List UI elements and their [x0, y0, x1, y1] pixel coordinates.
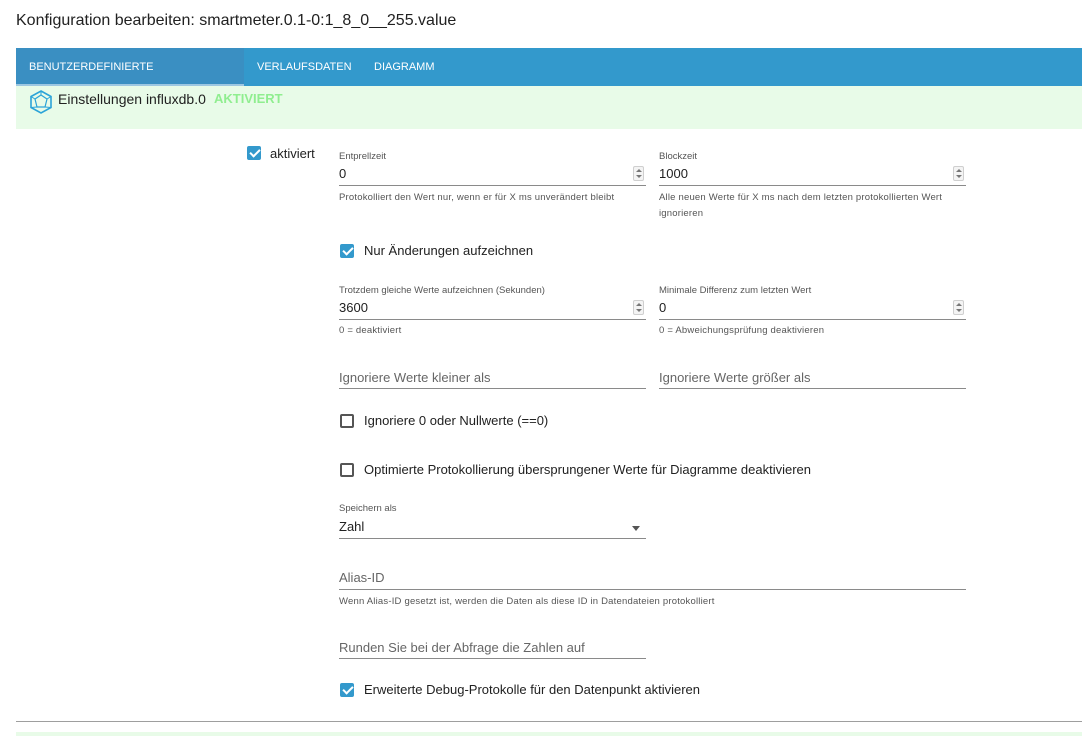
blocktime-value: 1000 — [659, 166, 688, 181]
store-as-value: Zahl — [339, 519, 365, 534]
round-placeholder: Runden Sie bei der Abfrage die Zahlen au… — [339, 640, 585, 655]
min-diff-value: 0 — [659, 300, 667, 315]
alias-id-help: Wenn Alias-ID gesetzt ist, werden die Da… — [339, 596, 715, 607]
still-record-value: 3600 — [339, 300, 368, 315]
debounce-spinner[interactable] — [633, 166, 644, 181]
blocktime-label: Blockzeit — [659, 151, 698, 162]
debounce-input[interactable]: 0 — [339, 164, 646, 186]
blocktime-help: Alle neuen Werte für X ms nach dem letzt… — [659, 192, 943, 219]
dialog-title: Konfiguration bearbeiten: smartmeter.0.1… — [16, 12, 457, 29]
round-input[interactable]: Runden Sie bei der Abfrage die Zahlen au… — [339, 637, 646, 659]
min-diff-input[interactable]: 0 — [659, 298, 966, 320]
alias-id-placeholder: Alias-ID — [339, 570, 385, 585]
alias-id-input[interactable]: Alias-ID — [339, 568, 966, 590]
disable-skipped-checkbox[interactable] — [340, 463, 354, 477]
still-record-input[interactable]: 3600 — [339, 298, 646, 320]
min-diff-help: 0 = Abweichungsprüfung deaktivieren — [659, 325, 825, 336]
next-instance-header — [16, 732, 1082, 736]
tab-history-data[interactable]: VERLAUFSDATEN — [244, 48, 365, 86]
min-diff-spinner[interactable] — [953, 300, 964, 315]
ignore-above-input[interactable]: Ignoriere Werte größer als — [659, 367, 966, 389]
disable-skipped-label: Optimierte Protokollierung übersprungene… — [364, 462, 812, 477]
ignore-zero-label: Ignoriere 0 oder Nullwerte (==0) — [364, 413, 549, 428]
still-record-help: 0 = deaktiviert — [339, 325, 402, 336]
enabled-checkbox[interactable] — [247, 146, 261, 160]
instance-status-badge: AKTIVIERT — [214, 91, 283, 106]
debug-checkbox[interactable] — [340, 683, 354, 697]
ignore-zero-checkbox[interactable] — [340, 414, 354, 428]
still-record-spinner[interactable] — [633, 300, 644, 315]
blocktime-spinner[interactable] — [953, 166, 964, 181]
chevron-down-icon — [632, 526, 640, 531]
debounce-label: Entprellzeit — [339, 151, 386, 162]
enabled-label: aktiviert — [270, 146, 315, 161]
store-as-select[interactable]: Zahl — [339, 517, 646, 539]
debug-label: Erweiterte Debug-Protokolle für den Date… — [364, 682, 701, 697]
tab-chart[interactable]: DIAGRAMM — [361, 48, 448, 86]
divider — [16, 721, 1082, 722]
changes-only-label: Nur Änderungen aufzeichnen — [364, 243, 534, 258]
instance-name: Einstellungen influxdb.0 — [58, 91, 206, 107]
min-diff-label: Minimale Differenz zum letzten Wert — [659, 285, 812, 296]
ignore-above-placeholder: Ignoriere Werte größer als — [659, 370, 811, 385]
debounce-value: 0 — [339, 166, 347, 181]
debounce-help: Protokolliert den Wert nur, wenn er für … — [339, 192, 615, 203]
tab-custom-settings[interactable]: BENUTZERDEFINIERTE EINSTELLUNGEN — [16, 48, 244, 111]
tab-bar: BENUTZERDEFINIERTE EINSTELLUNGEN VERLAUF… — [16, 48, 1082, 111]
influxdb-icon — [30, 90, 52, 114]
ignore-below-input[interactable]: Ignoriere Werte kleiner als — [339, 367, 646, 389]
blocktime-input[interactable]: 1000 — [659, 164, 966, 186]
changes-only-checkbox[interactable] — [340, 244, 354, 258]
store-as-label: Speichern als — [339, 503, 397, 514]
ignore-below-placeholder: Ignoriere Werte kleiner als — [339, 370, 491, 385]
instance-header: Einstellungen influxdb.0 AKTIVIERT — [16, 86, 1082, 129]
still-record-label: Trotzdem gleiche Werte aufzeichnen (Seku… — [339, 285, 545, 296]
